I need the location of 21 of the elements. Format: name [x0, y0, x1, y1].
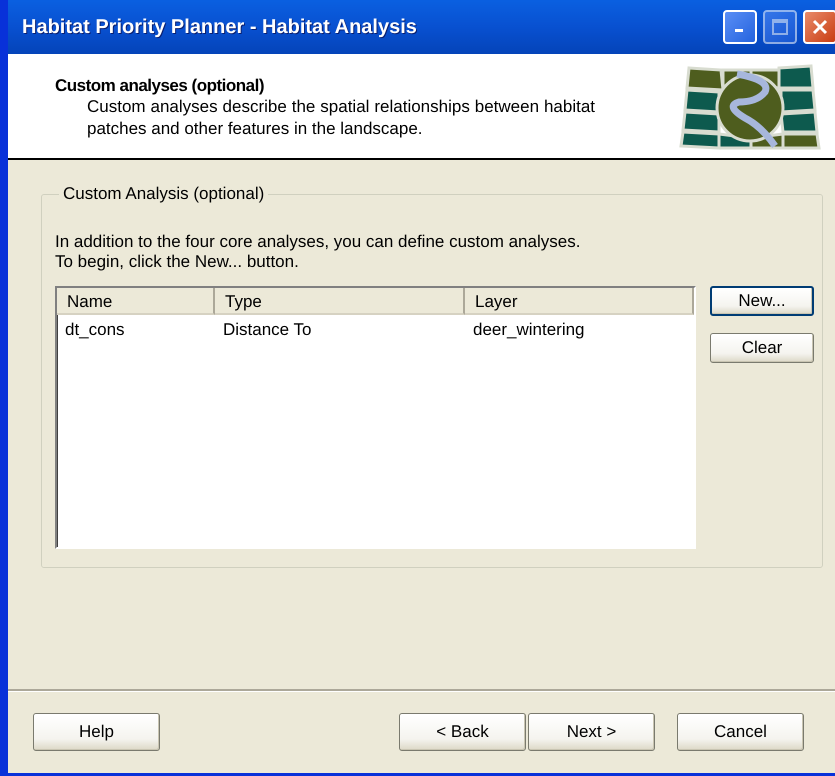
table-cell[interactable]: Distance To: [215, 315, 465, 345]
cancel-button[interactable]: Cancel: [677, 713, 804, 751]
column-header[interactable]: Layer: [465, 288, 694, 315]
window-title: Habitat Priority Planner - Habitat Analysis: [22, 16, 418, 38]
logo-icon: [679, 62, 821, 150]
help-button[interactable]: Help: [33, 713, 160, 751]
minimize-icon[interactable]: [723, 10, 757, 44]
group-title: Custom Analysis (optional): [62, 184, 266, 204]
header-description: Custom analyses describe the spatial relationships between habitat patches and other features in the landscape.: [87, 96, 595, 140]
next-button[interactable]: Next >: [528, 713, 655, 751]
column-header[interactable]: Name: [57, 288, 215, 315]
table-cell[interactable]: deer_wintering: [465, 315, 694, 345]
instruction-text: To begin, click the New... button.: [55, 252, 300, 272]
close-icon[interactable]: [803, 10, 835, 44]
instruction-text: In addition to the four core analyses, you can define custom analyses.: [55, 232, 582, 252]
clear-button[interactable]: Clear: [710, 333, 814, 363]
header-title: Custom analyses (optional): [55, 76, 265, 96]
new-button[interactable]: New...: [710, 286, 814, 316]
back-button[interactable]: < Back: [399, 713, 526, 751]
column-header[interactable]: Type: [215, 288, 465, 315]
table-cell[interactable]: dt_cons: [57, 315, 215, 345]
